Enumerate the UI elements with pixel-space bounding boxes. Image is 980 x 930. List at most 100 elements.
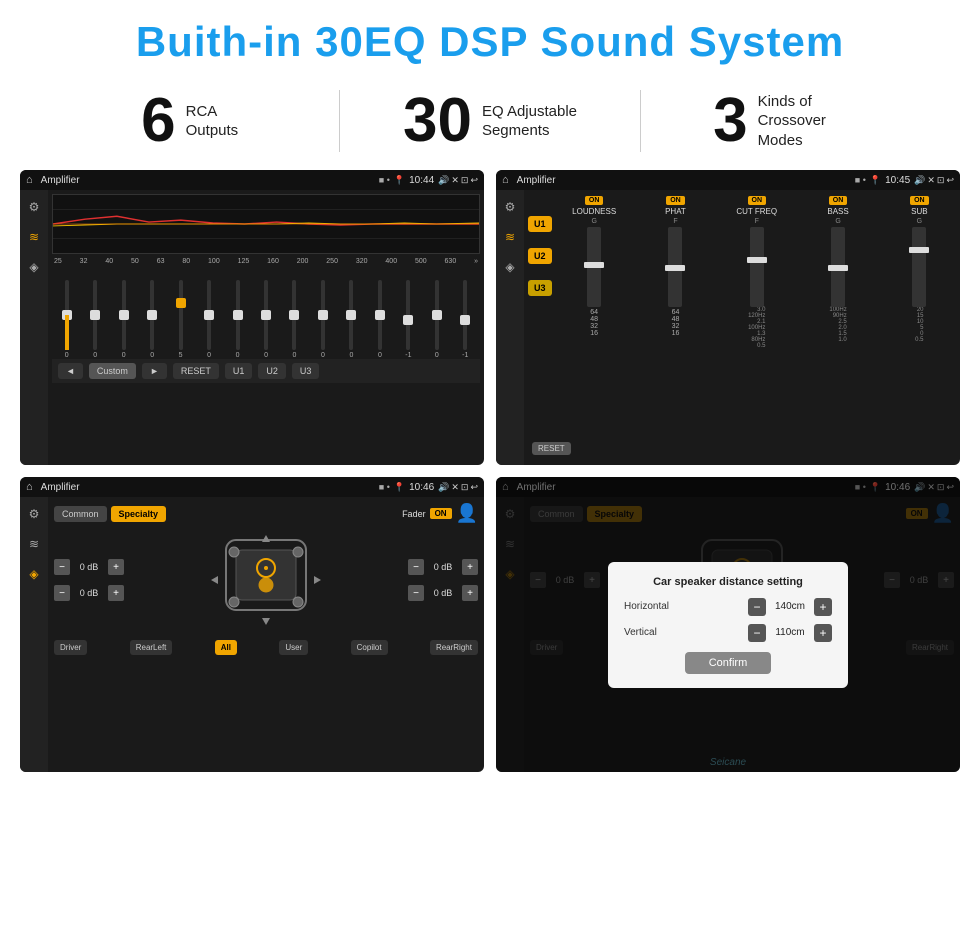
- loudness-on[interactable]: ON: [585, 196, 604, 205]
- eq-u1-btn[interactable]: U1: [225, 363, 253, 379]
- speaker-section: − 0 dB + − 0 dB +: [54, 530, 478, 630]
- slider-3[interactable]: 0: [139, 280, 164, 359]
- screen1-title: Amplifier: [37, 175, 375, 186]
- slider-11[interactable]: 0: [367, 280, 392, 359]
- stats-row: 6 RCA Outputs 30 EQ Adjustable Segments …: [0, 76, 980, 170]
- phat-slider[interactable]: [668, 227, 682, 307]
- db-minus-bl[interactable]: −: [54, 585, 70, 601]
- fader-label: Fader: [402, 509, 426, 519]
- slider-6[interactable]: 0: [225, 280, 250, 359]
- u1-btn[interactable]: U1: [528, 216, 552, 232]
- eq-custom-btn[interactable]: Custom: [89, 363, 136, 379]
- amp-channels-layout: U1 U2 U3 ON LOUDNESS G: [528, 196, 956, 459]
- db-minus-tl[interactable]: −: [54, 559, 70, 575]
- sidebar-settings-icon[interactable]: ⚙: [29, 200, 40, 214]
- db-plus-br[interactable]: +: [462, 585, 478, 601]
- bass-on[interactable]: ON: [829, 196, 848, 205]
- s2-speaker-icon[interactable]: ◈: [505, 260, 514, 274]
- confirm-button[interactable]: Confirm: [685, 652, 772, 674]
- slider-7[interactable]: 0: [253, 280, 278, 359]
- screen2-title: Amplifier: [513, 175, 851, 186]
- channel-bass: ON BASS G 100Hz 90Hz 2.5: [801, 196, 874, 459]
- channel-loudness: ON LOUDNESS G 64 48 32 16: [558, 196, 631, 459]
- vertical-value: 110cm: [770, 627, 810, 638]
- slider-10[interactable]: 0: [339, 280, 364, 359]
- rear-left-btn-3[interactable]: RearLeft: [130, 640, 173, 655]
- vertical-plus[interactable]: +: [814, 624, 832, 642]
- all-btn-3[interactable]: All: [215, 640, 237, 655]
- rear-right-btn-3[interactable]: RearRight: [430, 640, 478, 655]
- db-plus-bl[interactable]: +: [108, 585, 124, 601]
- db-plus-tl[interactable]: +: [108, 559, 124, 575]
- slider-12[interactable]: -1: [396, 280, 421, 359]
- s2-eq-icon[interactable]: ≋: [505, 230, 515, 244]
- home-icon-1[interactable]: ⌂: [26, 174, 33, 186]
- s3-settings-icon[interactable]: ⚙: [29, 507, 40, 521]
- driver-btn-3[interactable]: Driver: [54, 640, 87, 655]
- profile-icon[interactable]: 👤: [456, 503, 478, 524]
- stat-rca: 6 RCA Outputs: [40, 90, 340, 152]
- horizontal-minus[interactable]: −: [748, 598, 766, 616]
- slider-13[interactable]: 0: [424, 280, 449, 359]
- eq-u2-btn[interactable]: U2: [258, 363, 286, 379]
- eq-next-btn[interactable]: ►: [142, 363, 167, 379]
- specialty-tab-3[interactable]: Specialty: [111, 506, 167, 522]
- screen-eq: ⌂ Amplifier ■ • 📍 10:44 🔊 ✕ ⊡ ↩ ⚙ ≋ ◈: [20, 170, 484, 465]
- slider-8[interactable]: 0: [282, 280, 307, 359]
- slider-0[interactable]: 0: [54, 280, 79, 359]
- eq-reset-btn[interactable]: RESET: [173, 363, 219, 379]
- user-btn-3[interactable]: User: [279, 640, 308, 655]
- screen-crossover: ⌂ Amplifier ■ • 📍 10:45 🔊 ✕ ⊡ ↩ ⚙ ≋ ◈: [496, 170, 960, 465]
- channels-row: ON LOUDNESS G 64 48 32 16: [558, 196, 956, 459]
- vertical-input: − 110cm +: [748, 624, 832, 642]
- bass-slider[interactable]: [831, 227, 845, 307]
- screen2-time: 10:45: [885, 175, 910, 186]
- slider-14[interactable]: -1: [453, 280, 478, 359]
- loudness-slider-g[interactable]: [587, 227, 601, 307]
- fader-on-badge[interactable]: ON: [430, 508, 452, 519]
- home-icon-2[interactable]: ⌂: [502, 174, 509, 186]
- cutfreq-slider[interactable]: [750, 227, 764, 307]
- home-icon-3[interactable]: ⌂: [26, 481, 33, 493]
- eq-u3-btn[interactable]: U3: [292, 363, 320, 379]
- car-diagram: [206, 530, 326, 630]
- sub-on[interactable]: ON: [910, 196, 929, 205]
- sidebar-speaker-icon[interactable]: ◈: [29, 260, 38, 274]
- u3-btn[interactable]: U3: [528, 280, 552, 296]
- common-tab-3[interactable]: Common: [54, 506, 107, 522]
- horizontal-label: Horizontal: [624, 601, 684, 612]
- db-minus-br[interactable]: −: [408, 585, 424, 601]
- screen2-reset-btn[interactable]: RESET: [532, 442, 571, 455]
- slider-4[interactable]: 5: [168, 280, 193, 359]
- slider-9[interactable]: 0: [310, 280, 335, 359]
- db-minus-tr[interactable]: −: [408, 559, 424, 575]
- sidebar-eq-icon[interactable]: ≋: [29, 230, 39, 244]
- db-row-top-left: − 0 dB +: [54, 559, 124, 575]
- s3-eq-icon[interactable]: ≋: [29, 537, 39, 551]
- sub-slider[interactable]: [912, 227, 926, 307]
- db-plus-tr[interactable]: +: [462, 559, 478, 575]
- phat-on[interactable]: ON: [666, 196, 685, 205]
- s3-speaker-icon[interactable]: ◈: [29, 567, 38, 581]
- vertical-minus[interactable]: −: [748, 624, 766, 642]
- eq-prev-btn[interactable]: ◄: [58, 363, 83, 379]
- slider-5[interactable]: 0: [196, 280, 221, 359]
- copilot-btn-3[interactable]: Copilot: [351, 640, 388, 655]
- right-db-controls: − 0 dB + − 0 dB +: [408, 559, 478, 601]
- horizontal-plus[interactable]: +: [814, 598, 832, 616]
- slider-2[interactable]: 0: [111, 280, 136, 359]
- stat-number-eq: 30: [403, 90, 472, 152]
- stat-eq: 30 EQ Adjustable Segments: [340, 90, 640, 152]
- screen3-content: ⚙ ≋ ◈ Common Specialty Fader ON 👤: [20, 497, 484, 772]
- slider-1[interactable]: 0: [82, 280, 107, 359]
- s2-settings-icon[interactable]: ⚙: [505, 200, 516, 214]
- status-icons-1: 🔊 ✕ ⊡ ↩: [438, 175, 478, 186]
- status-bar-1: ⌂ Amplifier ■ • 📍 10:44 🔊 ✕ ⊡ ↩: [20, 170, 484, 190]
- cutfreq-on[interactable]: ON: [748, 196, 767, 205]
- db-value-tr: 0 dB: [428, 562, 458, 572]
- screen2-main: U1 U2 U3 ON LOUDNESS G: [524, 190, 960, 465]
- left-db-controls: − 0 dB + − 0 dB +: [54, 559, 124, 601]
- screenshots-grid: ⌂ Amplifier ■ • 📍 10:44 🔊 ✕ ⊡ ↩ ⚙ ≋ ◈: [0, 170, 980, 782]
- u2-btn[interactable]: U2: [528, 248, 552, 264]
- db-value-br: 0 dB: [428, 588, 458, 598]
